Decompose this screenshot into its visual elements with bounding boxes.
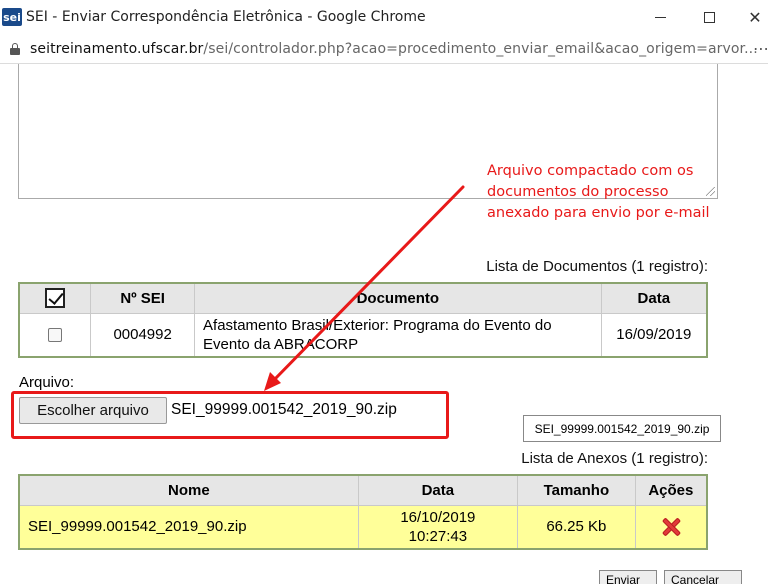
more-options-icon[interactable]: ⋯ bbox=[753, 39, 768, 58]
header-data-anexo: Data bbox=[357, 474, 519, 506]
row-checkbox[interactable] bbox=[48, 328, 63, 343]
header-nsei: Nº SEI bbox=[90, 282, 196, 314]
header-data: Data bbox=[600, 282, 708, 314]
send-button[interactable]: Enviar bbox=[599, 570, 657, 584]
minimize-icon bbox=[654, 16, 666, 18]
attachments-table: Nome Data Tamanho Ações SEI_99999.001542… bbox=[18, 474, 708, 550]
cell-data: 16/09/2019 bbox=[600, 312, 708, 358]
cell-acoes bbox=[634, 504, 708, 550]
table-row: SEI_99999.001542_2019_90.zip 16/10/2019 … bbox=[18, 504, 708, 550]
select-all-header[interactable] bbox=[18, 282, 92, 314]
delete-icon[interactable] bbox=[661, 517, 681, 537]
url-host: seitreinamento.ufscar.br bbox=[30, 41, 204, 57]
maximize-button[interactable] bbox=[697, 6, 721, 28]
attachments-header-row: Nome Data Tamanho Ações bbox=[18, 474, 708, 506]
cancel-button[interactable]: Cancelar bbox=[664, 570, 742, 584]
cell-time: 10:27:43 bbox=[408, 527, 468, 545]
header-tamanho: Tamanho bbox=[517, 474, 636, 506]
choose-file-button[interactable]: Escolher arquivo bbox=[19, 397, 167, 424]
header-documento: Documento bbox=[194, 282, 602, 314]
documents-caption: Lista de Documentos (1 registro): bbox=[486, 258, 708, 275]
url-text[interactable]: seitreinamento.ufscar.br/sei/controlador… bbox=[30, 41, 758, 57]
arquivo-label: Arquivo: bbox=[19, 374, 75, 391]
header-acoes: Ações bbox=[634, 474, 708, 506]
window-titlebar: sei SEI - Enviar Correspondência Eletrôn… bbox=[0, 0, 768, 34]
row-select-cell[interactable] bbox=[18, 312, 92, 358]
address-bar[interactable]: seitreinamento.ufscar.br/sei/controlador… bbox=[0, 34, 768, 64]
table-row: 0004992 Afastamento Brasil/Exterior: Pro… bbox=[18, 312, 708, 358]
maximize-icon bbox=[703, 11, 715, 23]
cell-tamanho: 66.25 Kb bbox=[517, 504, 636, 550]
arrow-head bbox=[264, 372, 281, 391]
documents-header-row: Nº SEI Documento Data bbox=[18, 282, 708, 314]
minimize-button[interactable] bbox=[648, 6, 672, 28]
cell-documento: Afastamento Brasil/Exterior: Programa do… bbox=[194, 312, 602, 358]
filename-tooltip: SEI_99999.001542_2019_90.zip bbox=[523, 415, 721, 442]
url-path: /sei/controlador.php?acao=procedimento_e… bbox=[203, 41, 758, 57]
header-nome: Nome bbox=[18, 474, 359, 506]
documents-table: Nº SEI Documento Data 0004992 Afastament… bbox=[18, 282, 708, 358]
select-all-checkbox[interactable] bbox=[45, 288, 66, 309]
chosen-file-name: SEI_99999.001542_2019_90.zip bbox=[171, 401, 397, 418]
annotation-note: Arquivo compactado com os documentos do … bbox=[487, 163, 710, 221]
lock-icon bbox=[10, 43, 20, 55]
sei-logo-icon: sei bbox=[2, 8, 22, 26]
close-button[interactable]: ✕ bbox=[743, 6, 767, 28]
cell-nome: SEI_99999.001542_2019_90.zip bbox=[18, 504, 359, 550]
window-title: SEI - Enviar Correspondência Eletrônica … bbox=[26, 9, 426, 25]
cell-datetime: 16/10/2019 10:27:43 bbox=[357, 504, 519, 550]
attachments-caption: Lista de Anexos (1 registro): bbox=[521, 450, 708, 467]
cell-date: 16/10/2019 bbox=[400, 508, 476, 526]
cell-nsei: 0004992 bbox=[90, 312, 196, 358]
